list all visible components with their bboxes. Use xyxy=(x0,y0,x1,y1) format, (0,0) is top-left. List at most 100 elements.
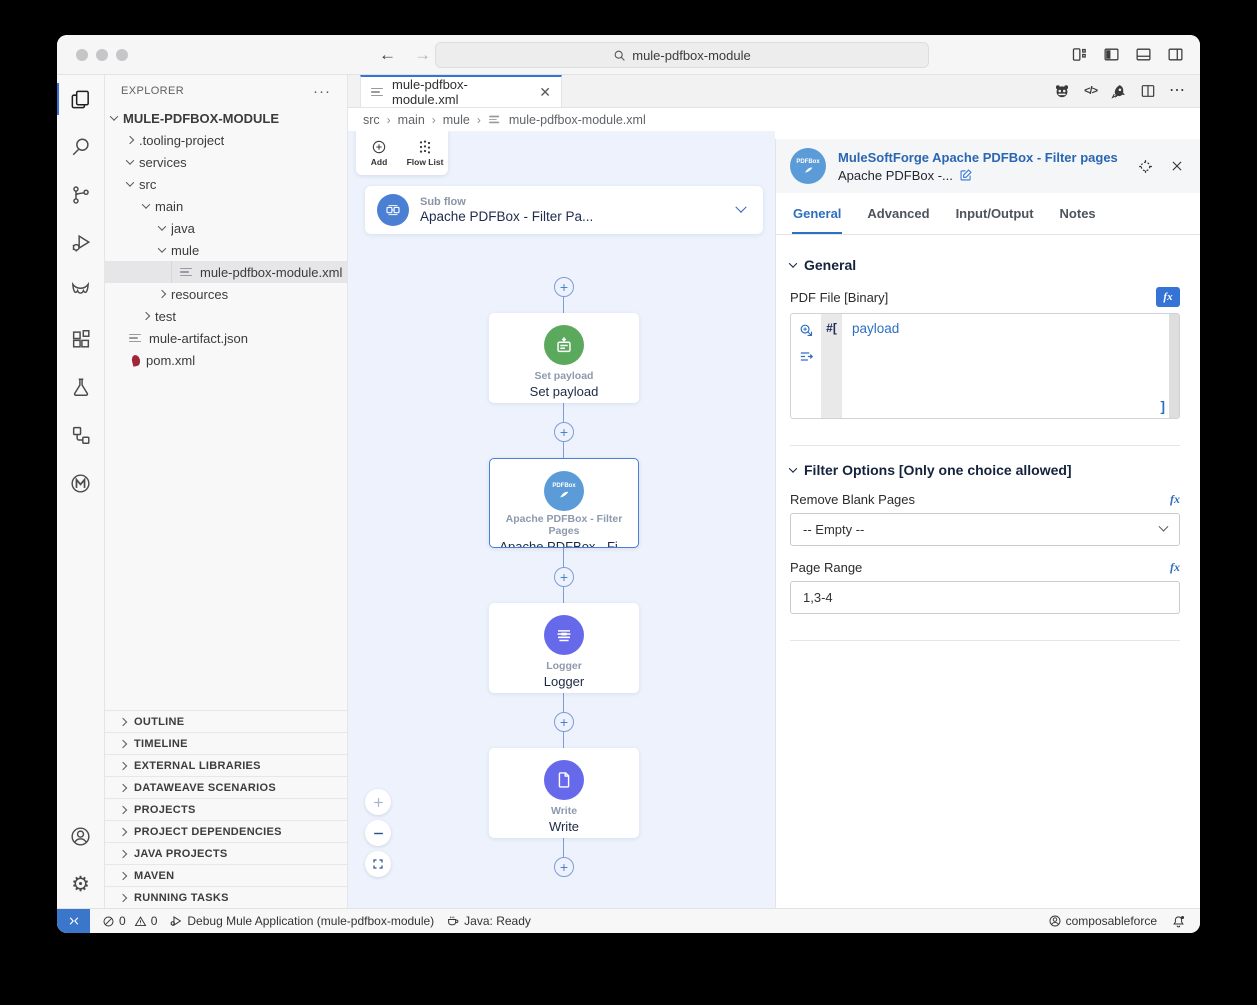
tab-input-output[interactable]: Input/Output xyxy=(955,193,1035,234)
fx-toggle-link[interactable]: fx xyxy=(1170,560,1180,575)
account-icon[interactable] xyxy=(57,812,104,860)
debug-start-icon xyxy=(169,914,183,928)
minimize-window-button[interactable] xyxy=(96,49,108,61)
tab-general[interactable]: General xyxy=(792,193,842,234)
flow-list-icon xyxy=(417,139,433,155)
section-external-libraries[interactable]: EXTERNAL LIBRARIES xyxy=(105,754,347,776)
section-projects[interactable]: PROJECTS xyxy=(105,798,347,820)
locate-on-canvas-icon[interactable] xyxy=(1137,158,1154,175)
edit-icon[interactable] xyxy=(959,168,973,182)
tree-item-mule[interactable]: mule xyxy=(105,239,347,261)
extensions-icon[interactable] xyxy=(57,315,104,363)
tree-item-test[interactable]: test xyxy=(105,305,347,327)
remote-indicator[interactable] xyxy=(57,909,90,933)
notifications-bell-icon[interactable] xyxy=(1171,914,1186,929)
remove-blank-pages-label: Remove Blank Pages xyxy=(790,492,915,507)
section-java-projects[interactable]: JAVA PROJECTS xyxy=(105,842,347,864)
tree-item-root[interactable]: MULE-PDFBOX-MODULE xyxy=(105,107,347,129)
breadcrumb-mule[interactable]: mule xyxy=(443,113,470,127)
subflow-header[interactable]: Sub flow Apache PDFBox - Filter Pa... xyxy=(365,186,763,234)
flow-canvas[interactable]: + Set payload Set payload + PDFBox xyxy=(348,131,775,908)
toggle-panel-icon[interactable] xyxy=(1135,46,1152,63)
tree-item-services[interactable]: services xyxy=(105,151,347,173)
debug-status[interactable]: Debug Mule Application (mule-pdfbox-modu… xyxy=(169,914,434,928)
source-control-icon[interactable] xyxy=(57,171,104,219)
expression-scrollbar[interactable] xyxy=(1169,314,1179,418)
add-step-button[interactable]: + xyxy=(554,567,574,587)
zoom-in-button[interactable] xyxy=(365,789,391,815)
run-debug-icon[interactable] xyxy=(57,219,104,267)
chevron-down-icon[interactable] xyxy=(735,202,746,213)
back-icon[interactable]: ← xyxy=(379,45,396,65)
expression-value[interactable]: payload xyxy=(852,321,899,336)
close-panel-icon[interactable] xyxy=(1170,159,1184,173)
fit-screen-button[interactable] xyxy=(365,851,391,877)
settings-gear-icon[interactable]: ⚙ xyxy=(57,860,104,908)
tab-advanced[interactable]: Advanced xyxy=(866,193,930,234)
page-range-input[interactable]: 1,3-4 xyxy=(790,581,1180,614)
section-project-dependencies[interactable]: PROJECT DEPENDENCIES xyxy=(105,820,347,842)
node-apache-pdfbox-filter-pages[interactable]: PDFBox Apache PDFBox - Filter Pages Apac… xyxy=(489,458,639,548)
mule-project-icon[interactable] xyxy=(57,267,104,315)
section-dataweave-scenarios[interactable]: DATAWEAVE SCENARIOS xyxy=(105,776,347,798)
tab-mule-pdfbox-module-xml[interactable]: mule-pdfbox-module.xml ✕ xyxy=(360,75,562,107)
section-maven[interactable]: MAVEN xyxy=(105,864,347,886)
node-set-payload[interactable]: Set payload Set payload xyxy=(489,313,639,403)
java-status[interactable]: Java: Ready xyxy=(446,914,531,928)
add-step-button[interactable]: + xyxy=(554,857,574,877)
mulesoft-icon[interactable] xyxy=(57,459,104,507)
fx-toggle-link[interactable]: fx xyxy=(1170,492,1180,507)
add-button[interactable]: Add xyxy=(356,131,402,175)
breadcrumb-file[interactable]: mule-pdfbox-module.xml xyxy=(509,113,646,127)
format-icon[interactable] xyxy=(798,348,815,365)
zoom-out-button[interactable] xyxy=(365,820,391,846)
tree-item-resources[interactable]: resources xyxy=(105,283,347,305)
show-source-icon[interactable]: </> xyxy=(1084,85,1097,97)
tree-item-mule-artifact-json[interactable]: mule-artifact.json xyxy=(105,327,347,349)
deploy-rocket-icon[interactable] xyxy=(1110,83,1127,100)
account-icon xyxy=(1048,914,1062,928)
tree-item-java[interactable]: java xyxy=(105,217,347,239)
tree-item-mule-pdfbox-module-xml[interactable]: mule-pdfbox-module.xml xyxy=(105,261,347,283)
toggle-sidebar-icon[interactable] xyxy=(1103,46,1120,63)
zoom-window-button[interactable] xyxy=(116,49,128,61)
split-editor-icon[interactable] xyxy=(1140,83,1156,99)
expression-editor[interactable]: #[ payload ] xyxy=(790,313,1180,419)
breadcrumb-src[interactable]: src xyxy=(363,113,380,127)
tree-item-pom-xml[interactable]: pom.xml xyxy=(105,349,347,371)
close-tab-icon[interactable]: ✕ xyxy=(539,84,551,101)
explorer-icon[interactable] xyxy=(57,75,104,123)
search-view-icon[interactable] xyxy=(57,123,104,171)
dataweave-icon[interactable] xyxy=(798,322,815,339)
problems-status[interactable]: 0 0 xyxy=(102,914,157,928)
add-step-button[interactable]: + xyxy=(554,277,574,297)
tab-notes[interactable]: Notes xyxy=(1059,193,1097,234)
section-timeline[interactable]: TIMELINE xyxy=(105,732,347,754)
breadcrumb-main[interactable]: main xyxy=(398,113,425,127)
tree-item-src[interactable]: src xyxy=(105,173,347,195)
toggle-secondary-sidebar-icon[interactable] xyxy=(1167,46,1184,63)
mule-debug-icon[interactable] xyxy=(1053,82,1071,100)
testing-icon[interactable] xyxy=(57,363,104,411)
explorer-more-actions-icon[interactable]: ··· xyxy=(313,83,331,100)
remove-blank-pages-select[interactable]: -- Empty -- xyxy=(790,513,1180,546)
fx-toggle-button[interactable]: fx xyxy=(1156,287,1180,307)
tree-item-tooling-project[interactable]: .tooling-project xyxy=(105,129,347,151)
node-logger[interactable]: Logger Logger xyxy=(489,603,639,693)
account-status[interactable]: composableforce xyxy=(1048,914,1157,928)
forward-icon[interactable]: → xyxy=(414,45,431,65)
customize-layout-icon[interactable] xyxy=(1071,46,1088,63)
section-outline[interactable]: OUTLINE xyxy=(105,710,347,732)
tree-item-main[interactable]: main xyxy=(105,195,347,217)
activity-bar: ⚙ xyxy=(57,75,105,908)
add-step-button[interactable]: + xyxy=(554,712,574,732)
flow-blocks-icon[interactable] xyxy=(57,411,104,459)
add-step-button[interactable]: + xyxy=(554,422,574,442)
close-window-button[interactable] xyxy=(76,49,88,61)
section-running-tasks[interactable]: RUNNING TASKS xyxy=(105,886,347,908)
flow-list-button[interactable]: Flow List xyxy=(402,131,448,175)
filter-options-section-header[interactable]: Filter Options [Only one choice allowed] xyxy=(790,462,1180,478)
command-center[interactable]: mule-pdfbox-module xyxy=(435,42,929,68)
node-write[interactable]: Write Write xyxy=(489,748,639,838)
general-section-header[interactable]: General xyxy=(790,257,1180,273)
